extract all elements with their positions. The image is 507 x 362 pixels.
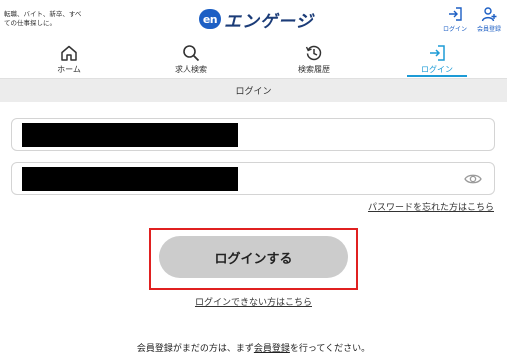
nav-label-history: 検索履歴	[298, 65, 330, 74]
login-icon	[449, 7, 462, 21]
logo[interactable]: en エンゲージ	[199, 7, 314, 32]
nav-label-login: ログイン	[421, 65, 453, 74]
nav-item-history[interactable]: 検索履歴	[274, 42, 354, 75]
nav-label-home: ホーム	[57, 65, 81, 74]
register-note-prefix: 会員登録がまだの方は、まず	[136, 344, 254, 354]
forgot-password-link[interactable]: パスワードを忘れた方はこちら	[368, 200, 494, 213]
eye-icon[interactable]	[464, 172, 482, 186]
user-plus-icon	[481, 7, 497, 22]
cannot-login-row: ログインできない方はこちら	[0, 295, 507, 308]
cannot-login-link[interactable]: ログインできない方はこちら	[195, 298, 312, 308]
main-nav: ホーム 求人検索 検索履歴 ログイン	[0, 42, 507, 78]
login-icon	[430, 45, 445, 61]
header-register-button[interactable]: 会員登録	[472, 6, 506, 33]
page-title: ログイン	[0, 78, 507, 102]
header-login-label: ログイン	[442, 26, 467, 33]
header-login-button[interactable]: ログイン	[438, 6, 472, 33]
tagline: 転職、バイト、新卒、すべての仕事探しに。	[4, 10, 82, 27]
register-note: 会員登録がまだの方は、まず会員登録を行ってください。	[0, 341, 507, 354]
logo-text: エンゲージ	[224, 11, 314, 32]
nav-item-login[interactable]: ログイン	[397, 42, 477, 77]
password-field[interactable]	[11, 162, 495, 195]
email-field[interactable]	[11, 118, 495, 151]
header-register-label: 会員登録	[476, 26, 501, 33]
search-icon	[183, 45, 200, 62]
home-icon	[61, 45, 77, 61]
register-note-suffix: を行ってください。	[289, 344, 371, 354]
redacted-password-value	[22, 167, 238, 191]
register-link[interactable]: 会員登録	[254, 344, 290, 354]
nav-item-search[interactable]: 求人検索	[151, 42, 231, 75]
history-icon	[305, 45, 322, 61]
redacted-email-value	[22, 123, 238, 147]
nav-item-home[interactable]: ホーム	[29, 42, 109, 75]
logo-mark: en	[199, 9, 221, 29]
login-button[interactable]: ログインする	[159, 236, 348, 278]
nav-label-search: 求人検索	[175, 65, 207, 74]
